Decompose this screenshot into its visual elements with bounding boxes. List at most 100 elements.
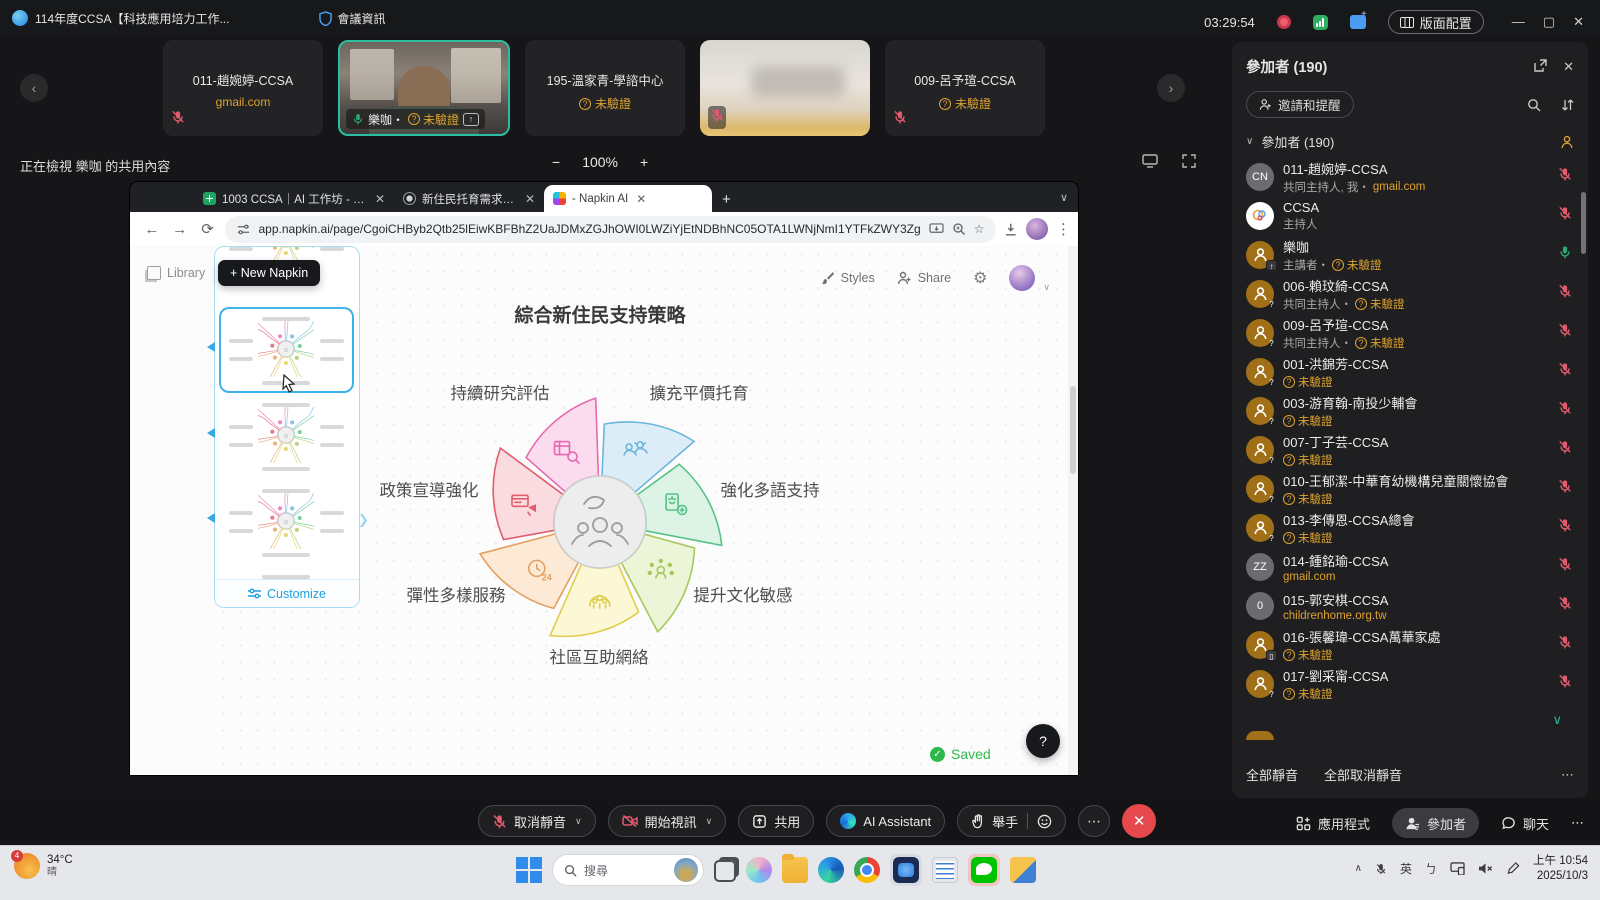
help-button[interactable]: ? bbox=[1026, 724, 1060, 758]
segment-label[interactable]: 提升文化敏感 bbox=[694, 582, 793, 606]
browser-tab-napkin[interactable]: - Napkin AI ✕ bbox=[544, 185, 712, 212]
strip-next-button[interactable]: › bbox=[1157, 74, 1185, 102]
more-tools-button[interactable]: ⋯ bbox=[1078, 805, 1110, 837]
more-options-icon[interactable]: ⋯ bbox=[1561, 767, 1574, 783]
video-tile-placeholder[interactable]: 195-溫家青-學諮中心?未驗證 bbox=[525, 40, 685, 136]
panel-resize-nub[interactable]: ❯ bbox=[358, 512, 369, 528]
shortcut-app-icon[interactable] bbox=[1010, 857, 1036, 883]
new-napkin-button[interactable]: + New Napkin bbox=[218, 260, 320, 286]
segment-label[interactable]: 彈性多樣服務 bbox=[407, 582, 506, 606]
meeting-app-icon-wrap[interactable] bbox=[890, 854, 922, 886]
file-explorer-icon[interactable] bbox=[782, 857, 808, 883]
tab-list-chevron-icon[interactable]: ∨ bbox=[1060, 191, 1068, 204]
participant-row[interactable]: ?013-李傳恩-CCSA總會?未驗證 bbox=[1246, 508, 1574, 547]
fullscreen-icon[interactable] bbox=[1182, 154, 1196, 168]
mic-muted-icon[interactable] bbox=[1558, 206, 1574, 225]
customize-button[interactable]: Customize bbox=[215, 579, 359, 607]
segment-label[interactable]: 強化多語支持 bbox=[721, 477, 820, 501]
participant-row[interactable]: ▯016-張馨瑋-CCSA萬華家處?未驗證 bbox=[1246, 625, 1574, 664]
avatar-chevron-icon[interactable]: ∨ bbox=[1043, 282, 1050, 293]
bookmark-star-icon[interactable]: ☆ bbox=[974, 222, 985, 236]
variant-thumbnail[interactable]: ☺ bbox=[221, 481, 352, 563]
tray-chevron-icon[interactable]: ∧ bbox=[1355, 863, 1362, 874]
close-button[interactable]: ✕ bbox=[1573, 14, 1584, 30]
participant-row[interactable]: ?007-丁子芸-CCSA?未驗證 bbox=[1246, 430, 1574, 469]
cam-off-button[interactable]: 開始視訊∨ bbox=[608, 805, 727, 837]
pop-out-view-icon[interactable] bbox=[1142, 154, 1158, 168]
chat-panel-button[interactable]: 聊天 bbox=[1501, 814, 1549, 833]
panel-close-icon[interactable]: ✕ bbox=[1563, 59, 1574, 75]
ai-logo-button[interactable]: AI Assistant bbox=[826, 805, 945, 837]
video-tile-active-speaker[interactable]: 樂咖・?未驗證↑ bbox=[338, 40, 510, 136]
video-tile-blurred[interactable] bbox=[700, 40, 870, 136]
leave-meeting-button[interactable]: ✕ bbox=[1122, 804, 1156, 838]
edge-icon[interactable] bbox=[818, 857, 844, 883]
mic-off-button[interactable]: 取消靜音∨ bbox=[478, 805, 596, 837]
mic-muted-icon[interactable] bbox=[1558, 167, 1574, 186]
tab-close-icon[interactable]: ✕ bbox=[375, 192, 385, 206]
address-bar[interactable]: app.napkin.ai/page/CgoiCHByb2Qtb25lEiwKB… bbox=[225, 216, 996, 243]
start-button[interactable] bbox=[516, 857, 542, 883]
browser-tab-report[interactable]: 新住民托育需求報告 ✕ bbox=[394, 185, 544, 212]
segment-label[interactable]: 持續研究評估 bbox=[451, 380, 550, 404]
reload-button[interactable]: ⟳ bbox=[198, 220, 218, 238]
taskbar-clock[interactable]: 上午 10:54 2025/10/3 bbox=[1533, 854, 1588, 884]
segment-label[interactable]: 政策宣導強化 bbox=[380, 477, 479, 501]
panel-scrollbar-thumb[interactable] bbox=[1581, 192, 1586, 254]
segment-label[interactable]: 擴充平價托育 bbox=[650, 380, 749, 404]
search-icon[interactable] bbox=[1527, 98, 1541, 112]
participant-row[interactable]: CN011-趙婉婷-CCSA共同主持人, 我・gmail.com bbox=[1246, 157, 1574, 196]
variant-marker-icon[interactable] bbox=[207, 342, 215, 352]
taskbar-weather-widget[interactable]: 4 34°C晴 bbox=[14, 853, 73, 880]
page-scrollbar-thumb[interactable] bbox=[1070, 386, 1076, 474]
apps-panel-button[interactable]: 應用程式 bbox=[1296, 814, 1370, 833]
notes-app-icon[interactable] bbox=[932, 857, 958, 883]
participant-row[interactable]: 0015-郭安棋-CCSAchildrenhome.org.tw bbox=[1246, 586, 1574, 625]
mic-muted-icon[interactable] bbox=[1558, 323, 1574, 342]
zoom-page-icon[interactable] bbox=[952, 222, 966, 236]
zoom-in-button[interactable]: + bbox=[640, 154, 648, 170]
variant-thumbnail[interactable]: ☺ bbox=[221, 395, 352, 477]
zoom-out-button[interactable]: − bbox=[552, 154, 560, 170]
raise-hand-button[interactable]: 舉手 bbox=[957, 805, 1066, 837]
chevron-down-icon[interactable]: ∨ bbox=[575, 816, 582, 827]
taskbar-search[interactable]: 搜尋 bbox=[552, 854, 704, 886]
mic-muted-icon[interactable] bbox=[1558, 674, 1574, 693]
copilot-icon[interactable] bbox=[746, 857, 772, 883]
sort-icon[interactable] bbox=[1561, 98, 1574, 112]
participant-row[interactable]: ?006-賴玟綺-CCSA共同主持人・?未驗證 bbox=[1246, 274, 1574, 313]
strip-prev-button[interactable]: ‹ bbox=[20, 74, 48, 102]
forward-button[interactable]: → bbox=[170, 221, 190, 238]
meeting-app-icon[interactable] bbox=[893, 857, 919, 883]
diagram-center[interactable] bbox=[554, 476, 646, 568]
ime-mode-indicator[interactable]: ㄅ bbox=[1425, 860, 1437, 877]
participant-row[interactable]: ?009-呂予瑄-CCSA共同主持人・?未驗證 bbox=[1246, 313, 1574, 352]
mute-all-button[interactable]: 全部靜音 bbox=[1246, 765, 1298, 784]
segment-label[interactable]: 社區互助網絡 bbox=[550, 644, 649, 668]
mic-muted-icon[interactable] bbox=[1558, 596, 1574, 615]
speaker-muted-icon[interactable] bbox=[1478, 862, 1493, 875]
minimize-button[interactable]: — bbox=[1512, 14, 1525, 30]
mic-on-icon[interactable] bbox=[1558, 245, 1574, 264]
tab-close-icon[interactable]: ✕ bbox=[525, 192, 535, 206]
mic-muted-icon[interactable] bbox=[1558, 362, 1574, 381]
napkin-avatar[interactable] bbox=[1009, 265, 1035, 291]
install-app-icon[interactable] bbox=[929, 223, 944, 236]
mic-muted-icon[interactable] bbox=[1558, 479, 1574, 498]
mic-muted-icon[interactable] bbox=[1558, 557, 1574, 576]
tab-close-icon[interactable]: ✕ bbox=[636, 192, 646, 206]
maximize-button[interactable]: ▢ bbox=[1543, 14, 1555, 30]
tray-mic-icon[interactable] bbox=[1375, 862, 1387, 876]
mic-muted-icon[interactable] bbox=[1558, 284, 1574, 303]
mic-muted-icon[interactable] bbox=[1558, 401, 1574, 420]
browser-tab-sheets[interactable]: 1003 CCSA｜AI 工作坊 - Goo... ✕ bbox=[194, 185, 394, 212]
participant-row[interactable]: ZZ014-鍾銘瑜-CCSAgmail.com bbox=[1246, 547, 1574, 586]
cast-display-icon[interactable] bbox=[1450, 862, 1465, 875]
participant-row[interactable]: ?010-王郁潔-中華育幼機構兒童關懷協會?未驗證 bbox=[1246, 469, 1574, 508]
emoji-icon[interactable] bbox=[1037, 814, 1052, 829]
ime-language-indicator[interactable]: 英 bbox=[1400, 860, 1412, 877]
pinwheel-diagram[interactable]: 24 bbox=[450, 372, 750, 672]
pen-touch-icon[interactable] bbox=[1506, 862, 1520, 875]
unmute-all-button[interactable]: 全部取消靜音 bbox=[1324, 765, 1402, 784]
participant-row[interactable]: ?017-劉采甯-CCSA?未驗證 bbox=[1246, 664, 1574, 703]
